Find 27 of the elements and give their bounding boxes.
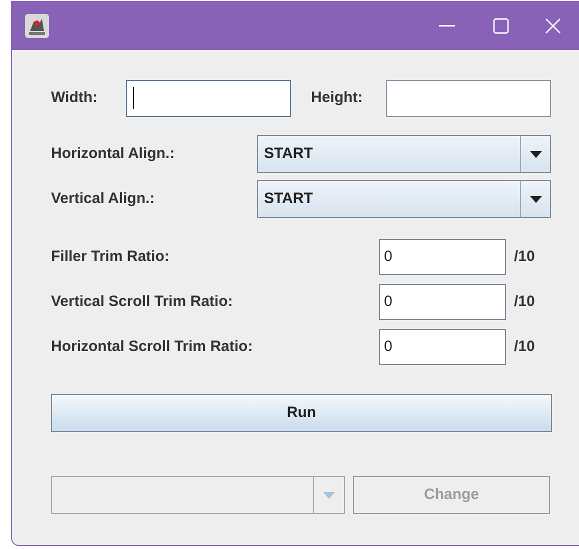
- close-icon[interactable]: [545, 18, 561, 34]
- dropdown-arrow-icon: [323, 492, 335, 498]
- run-button[interactable]: Run: [51, 394, 552, 432]
- size-label: Width:: [51, 88, 99, 108]
- dropdown-value: START: [263, 144, 314, 164]
- ratio-field[interactable]: 0: [379, 239, 506, 275]
- ratio-suffix: /10: [514, 336, 535, 357]
- size-field[interactable]: [386, 80, 551, 116]
- ratio-suffix: /10: [514, 246, 535, 267]
- ratio-field[interactable]: 0: [379, 284, 506, 320]
- dropdown-value: START: [263, 188, 314, 209]
- size-field[interactable]: [126, 80, 291, 116]
- ratio-label: Filler Trim Ratio:: [51, 246, 170, 267]
- ratio-label: Vertical Scroll Trim Ratio:: [51, 292, 234, 312]
- ratio-label: Horizontal Scroll Trim Ratio:: [51, 336, 254, 357]
- minimize-icon[interactable]: [439, 24, 455, 26]
- size-label: Height:: [311, 88, 364, 108]
- align-label: Vertical Align.:: [51, 188, 156, 209]
- align-dropdown[interactable]: START: [257, 180, 551, 218]
- ratio-suffix: /10: [514, 292, 535, 312]
- maximize-icon[interactable]: [493, 18, 509, 34]
- ratio-field[interactable]: 0: [379, 329, 506, 365]
- dropdown-arrow-icon: [530, 150, 542, 158]
- dropdown-arrow-icon: [530, 196, 542, 202]
- text-caret: [133, 87, 134, 109]
- align-dropdown[interactable]: START: [257, 135, 551, 173]
- align-label: Horizontal Align.:: [51, 144, 176, 164]
